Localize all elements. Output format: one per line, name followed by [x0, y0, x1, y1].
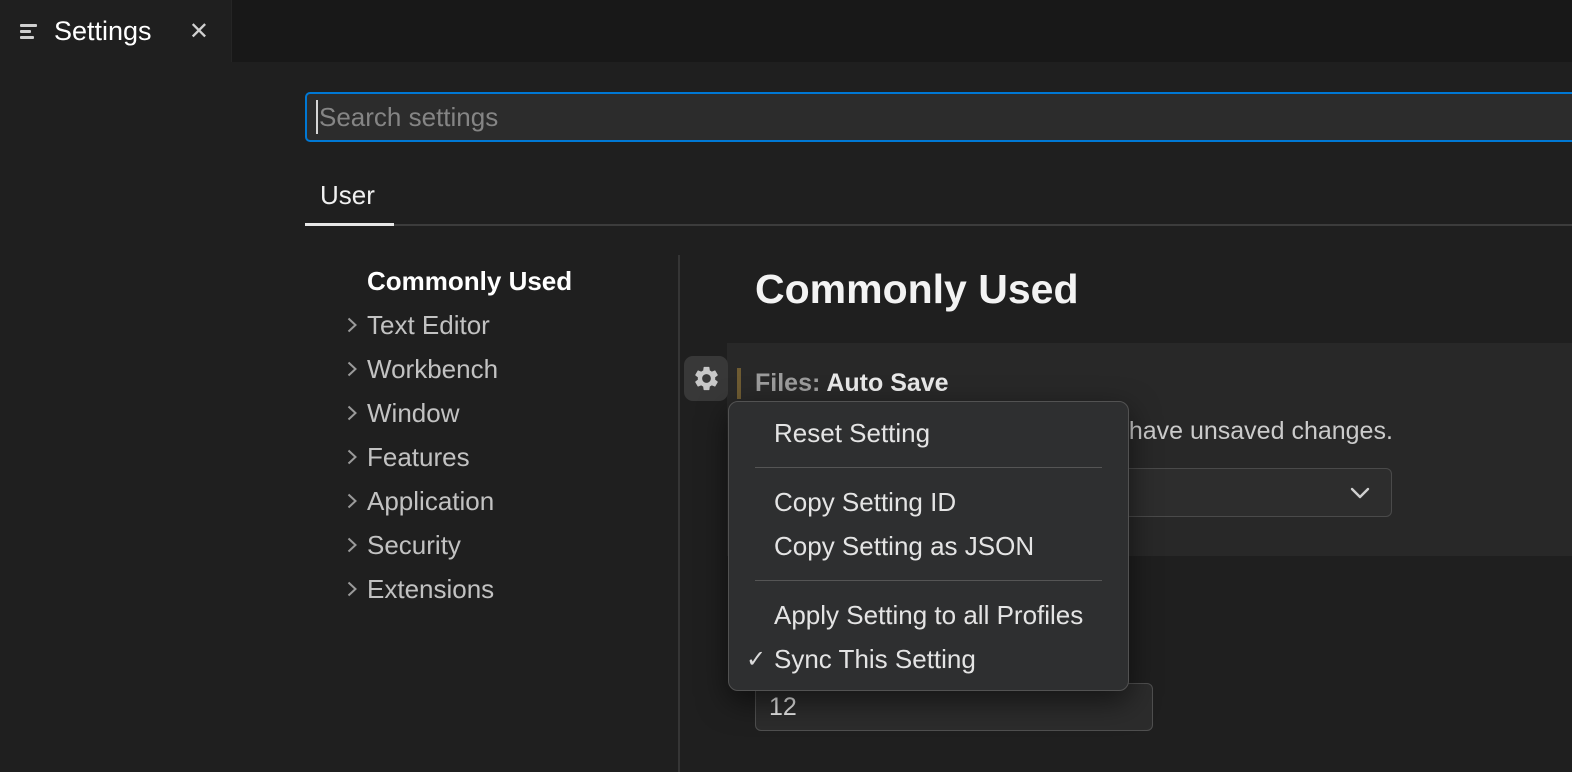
setting-category: Files: [755, 369, 826, 397]
text-cursor [316, 100, 318, 134]
menu-item-copy-setting-as-json[interactable]: Copy Setting as JSON [729, 524, 1128, 568]
search-input[interactable] [305, 92, 1572, 142]
context-menu: Reset Setting Copy Setting ID Copy Setti… [728, 401, 1129, 691]
tab-bar: Settings ✕ [0, 0, 1572, 62]
toc-item-label: Text Editor [367, 310, 490, 341]
menu-item-sync-this-setting[interactable]: ✓ Sync This Setting [729, 637, 1128, 681]
menu-item-reset-setting[interactable]: Reset Setting [729, 411, 1128, 455]
tab-title: Settings [54, 16, 185, 47]
tab-user[interactable]: User [320, 180, 375, 211]
chevron-right-icon [340, 577, 364, 601]
close-icon[interactable]: ✕ [185, 15, 213, 48]
menu-item-label: Reset Setting [774, 418, 930, 449]
menu-item-label: Copy Setting as JSON [774, 531, 1034, 562]
toc-item-label: Features [367, 442, 470, 473]
setting-name: Auto Save [826, 369, 948, 397]
toc-item-application[interactable]: Application [340, 479, 670, 523]
toc-item-features[interactable]: Features [340, 435, 670, 479]
chevron-down-icon [1345, 478, 1375, 508]
menu-item-copy-setting-id[interactable]: Copy Setting ID [729, 480, 1128, 524]
chevron-right-icon [340, 445, 364, 469]
setting-title: Files: Auto Save [755, 369, 949, 398]
toc-content-divider [678, 255, 680, 772]
toc-item-label: Workbench [367, 354, 498, 385]
chevron-right-icon [340, 401, 364, 425]
tab-row-divider [394, 224, 1572, 226]
menu-item-label: Apply Setting to all Profiles [774, 600, 1083, 631]
settings-editor-icon [18, 19, 42, 43]
menu-divider [755, 580, 1102, 581]
tab-settings[interactable]: Settings ✕ [0, 0, 232, 62]
active-tab-underline [305, 223, 394, 226]
setting-gear-button[interactable] [684, 356, 728, 401]
chevron-right-icon [340, 533, 364, 557]
toc-item-extensions[interactable]: Extensions [340, 567, 670, 611]
toc-item-label: Extensions [367, 574, 494, 605]
chevron-right-icon [340, 357, 364, 381]
toc-item-label: Security [367, 530, 461, 561]
menu-item-label: Copy Setting ID [774, 487, 956, 518]
toc-item-label: Application [367, 486, 494, 517]
modified-setting-indicator [737, 368, 741, 399]
toc-item-window[interactable]: Window [340, 391, 670, 435]
settings-editor-window: Settings ✕ User Commonly Used Text Edito… [0, 0, 1572, 772]
toc-item-label: Commonly Used [367, 266, 572, 297]
check-icon: ✓ [746, 645, 774, 674]
toc-item-workbench[interactable]: Workbench [340, 347, 670, 391]
toc-item-label: Window [367, 398, 459, 429]
chevron-right-icon [340, 313, 364, 337]
section-heading: Commonly Used [755, 266, 1079, 313]
toc-item-commonly-used[interactable]: Commonly Used [340, 259, 670, 303]
menu-item-label: Sync This Setting [774, 644, 976, 675]
menu-divider [755, 467, 1102, 468]
gear-icon [692, 364, 721, 393]
toc-item-security[interactable]: Security [340, 523, 670, 567]
menu-item-apply-setting-to-all-profiles[interactable]: Apply Setting to all Profiles [729, 593, 1128, 637]
settings-toc: Commonly Used Text Editor Workbench Wind… [340, 259, 670, 611]
chevron-right-icon [340, 489, 364, 513]
toc-item-text-editor[interactable]: Text Editor [340, 303, 670, 347]
